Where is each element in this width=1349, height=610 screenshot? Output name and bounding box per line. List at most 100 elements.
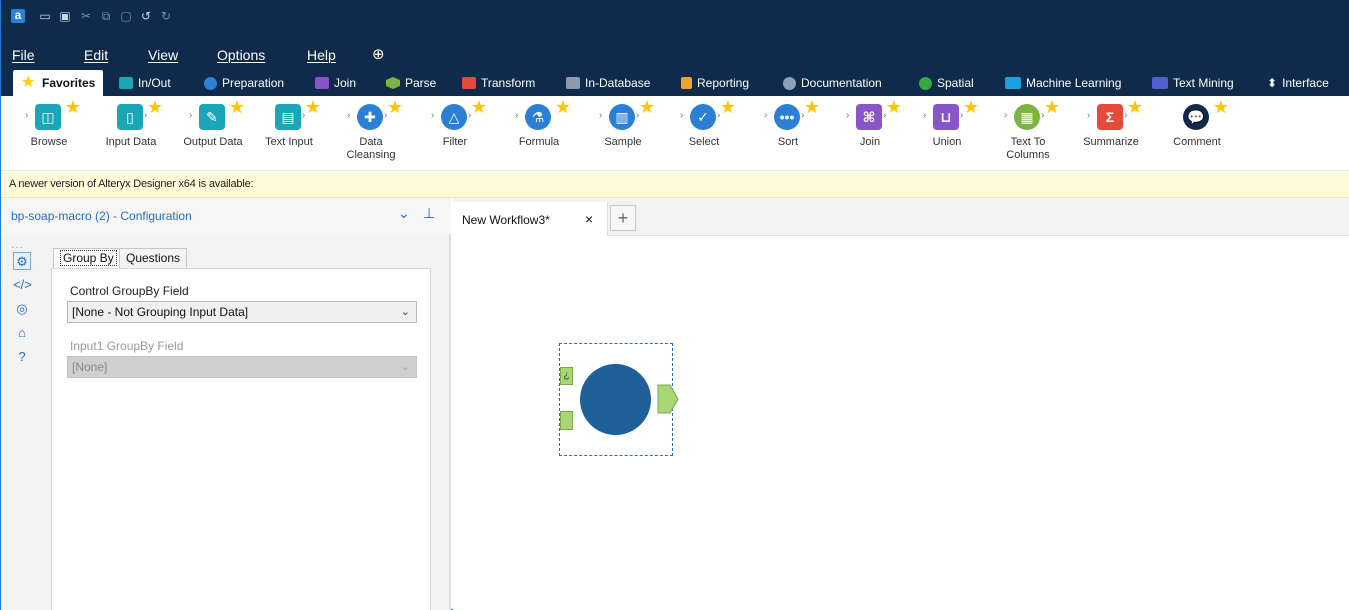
input-anchor[interactable] — [560, 411, 573, 430]
text-mining-icon — [1152, 77, 1168, 89]
favorite-star-icon: ★ — [554, 97, 571, 117]
control-groupby-select[interactable]: [None - Not Grouping Input Data] ⌄ — [67, 301, 417, 323]
binoculars-icon: ◫ — [35, 104, 61, 130]
tool-output-data[interactable]: › ✎ ★ Output Data — [177, 98, 249, 149]
tab-in-out[interactable]: In/Out — [119, 70, 171, 96]
configuration-header: bp-soap-macro (2) - Configuration ⌄ ⊥ — [1, 198, 451, 234]
favorite-star-icon: ★ — [470, 97, 487, 117]
book-icon: ▯ — [117, 104, 143, 130]
settings-icon[interactable]: ⚙ — [13, 252, 31, 270]
tab-label: Parse — [405, 76, 437, 90]
ribbon-tabs: ★ Favorites In/Out Preparation Join Pars… — [1, 68, 1349, 96]
cut-icon[interactable]: ✂ — [79, 9, 93, 23]
control-groupby-label: Control GroupBy Field — [70, 284, 189, 298]
tool-label: Union — [932, 136, 962, 148]
input-anchor-question[interactable]: ¿ — [560, 367, 573, 385]
menu-help[interactable]: Help — [307, 47, 336, 63]
join-category-icon — [315, 77, 329, 89]
tab-questions[interactable]: Questions — [119, 248, 188, 268]
close-icon[interactable]: × — [585, 211, 593, 227]
help-icon[interactable]: ? — [13, 348, 31, 366]
tab-documentation[interactable]: Documentation — [783, 70, 882, 96]
menu-file[interactable]: File — [12, 47, 35, 63]
workflow-area: New Workflow3* × + ¿ — [453, 198, 1349, 610]
configuration-panel: bp-soap-macro (2) - Configuration ⌄ ⊥ ··… — [1, 198, 451, 610]
sigma-icon: Σ — [1097, 104, 1123, 130]
tool-union[interactable]: › ⊔ › ★ Union — [911, 98, 983, 149]
tag-icon[interactable]: ⌂ — [13, 324, 31, 342]
tool-label: Join — [859, 136, 881, 148]
copy-icon[interactable]: ⧉ — [99, 9, 113, 23]
tool-sample[interactable]: › ▥ › ★ Sample — [587, 98, 659, 149]
tab-label: Join — [334, 76, 357, 90]
tool-join[interactable]: › ⌘ › ★ Join — [834, 98, 906, 149]
interface-icon: ⬍ — [1267, 76, 1278, 90]
update-notice-text: A newer version of Alteryx Designer x64 … — [9, 178, 254, 190]
tab-in-database[interactable]: In-Database — [566, 70, 650, 96]
sample-icon: ▥ — [609, 104, 635, 130]
tool-select[interactable]: › ✓ › ★ Select — [668, 97, 740, 149]
tab-parse[interactable]: Parse — [386, 70, 436, 96]
menu-options[interactable]: Options — [217, 47, 265, 63]
new-icon[interactable]: ▭ — [38, 9, 52, 23]
tab-transform[interactable]: Transform — [462, 70, 535, 96]
tab-interface[interactable]: ⬍ Interface — [1267, 70, 1329, 96]
tool-summarize[interactable]: › Σ › ★ Summarize — [1075, 98, 1147, 149]
tool-formula[interactable]: › ⚗ ★ Formula — [503, 97, 575, 149]
reporting-icon — [681, 77, 692, 89]
tool-label: Summarize — [1083, 136, 1139, 148]
tool-label: Browse — [30, 136, 68, 148]
tool-filter[interactable]: › △ › ★ Filter — [419, 97, 491, 149]
tool-text-input[interactable]: ▤ › ★ Text Input — [253, 97, 325, 149]
workflow-tab[interactable]: New Workflow3* × — [453, 202, 608, 236]
macro-tool[interactable]: ¿ — [559, 343, 679, 456]
input1-groupby-value: [None] — [72, 360, 108, 374]
tab-join[interactable]: Join — [315, 70, 356, 96]
macro-circle-icon[interactable] — [580, 364, 651, 435]
tab-label: Favorites — [42, 76, 96, 90]
filter-icon: △ — [441, 104, 467, 130]
tab-group-by[interactable]: Group By — [53, 248, 124, 269]
tab-reporting[interactable]: Reporting — [681, 70, 749, 96]
chevron-down-icon[interactable]: ⌄ — [398, 205, 410, 222]
redo-icon[interactable]: ↻ — [159, 9, 173, 23]
tab-text-mining[interactable]: Text Mining — [1152, 70, 1234, 96]
tab-favorites[interactable]: ★ Favorites — [13, 70, 104, 96]
alteryx-logo: a — [11, 9, 25, 23]
code-icon[interactable]: </> — [13, 276, 32, 294]
menu-view[interactable]: View — [148, 47, 178, 63]
menu-edit[interactable]: Edit — [84, 47, 108, 63]
favorite-star-icon: ★ — [1212, 97, 1229, 117]
save-icon[interactable]: ▣ — [58, 9, 72, 23]
pin-icon[interactable]: ⊥ — [423, 205, 435, 222]
tool-sort[interactable]: › ••• › ★ Sort — [752, 98, 824, 149]
configuration-title: bp-soap-macro (2) - Configuration — [11, 209, 192, 223]
add-workflow-button[interactable]: + — [610, 205, 636, 231]
chevron-down-icon: ⌄ — [400, 361, 410, 373]
output-anchor[interactable] — [657, 384, 679, 414]
favorite-star-icon: ★ — [304, 97, 321, 117]
quick-access-toolbar: a ▭ ▣ ✂ ⧉ ▢ ↺ ↻ — [1, 0, 1349, 40]
tab-label: Questions — [126, 251, 181, 265]
tool-comment[interactable]: 💬 ★ Comment — [1161, 97, 1233, 149]
tab-spatial[interactable]: Spatial — [919, 70, 974, 96]
tab-machine-learning[interactable]: Machine Learning — [1005, 70, 1121, 96]
favorite-star-icon: ★ — [64, 97, 81, 117]
tab-label: In-Database — [585, 76, 651, 90]
cleanse-icon: ✚ — [357, 104, 383, 130]
input1-groupby-select: [None] ⌄ — [67, 356, 417, 378]
favorite-star-icon: ★ — [719, 97, 736, 117]
alteryx-designer-window: a ▭ ▣ ✂ ⧉ ▢ ↺ ↻ File Edit View Options H… — [0, 0, 1349, 610]
tool-input-data[interactable]: ▯ › ★ Input Data — [95, 98, 167, 149]
undo-icon[interactable]: ↺ — [139, 9, 153, 23]
tab-label: Documentation — [801, 76, 882, 90]
globe-icon[interactable]: ⊕ — [372, 45, 385, 63]
annotation-icon[interactable]: ◎ — [13, 300, 31, 318]
paste-icon[interactable]: ▢ — [119, 9, 133, 23]
tab-preparation[interactable]: Preparation — [204, 70, 284, 96]
tab-label: Preparation — [222, 76, 285, 90]
tool-text-to-columns[interactable]: › ▦ › ★ Text To Columns — [992, 98, 1064, 162]
tool-browse[interactable]: › ◫ ★ Browse — [13, 97, 85, 149]
input1-groupby-label: Input1 GroupBy Field — [70, 339, 184, 353]
tool-data-cleansing[interactable]: › ✚ › ★ Data Cleansing — [335, 98, 407, 162]
